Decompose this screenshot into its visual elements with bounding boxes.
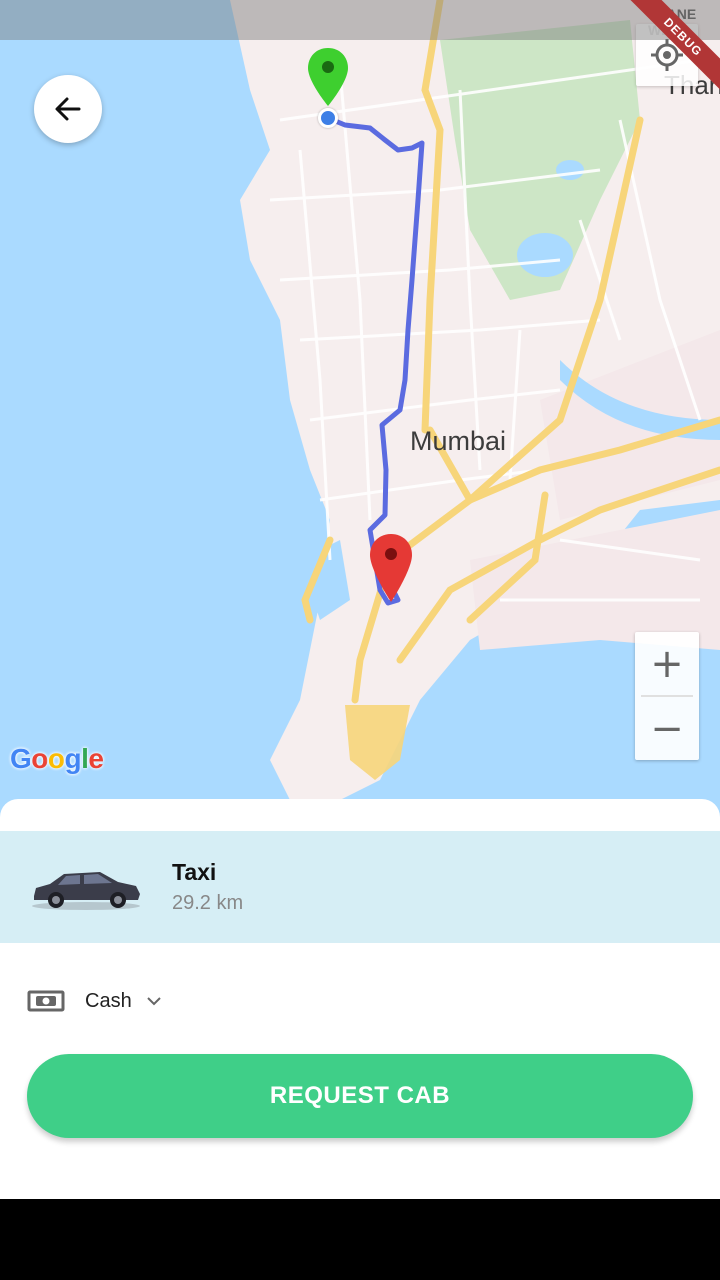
back-button[interactable] <box>34 75 102 143</box>
bottom-sheet: Taxi 29.2 km Cash REQUEST CAB <box>0 799 720 1199</box>
ride-info: Taxi 29.2 km <box>172 859 243 915</box>
debug-corner: DEBUG <box>610 0 720 110</box>
drop-marker-icon[interactable] <box>367 532 415 604</box>
debug-banner: DEBUG <box>622 0 720 98</box>
arrow-left-icon <box>55 97 81 121</box>
google-logo: Google <box>10 743 104 774</box>
system-nav-bar <box>0 1199 720 1280</box>
car-icon <box>32 872 140 910</box>
map-canvas <box>0 0 720 820</box>
pickup-marker-icon[interactable] <box>304 46 352 110</box>
request-cab-button[interactable]: REQUEST CAB <box>27 1054 693 1138</box>
zoom-controls: + − <box>635 632 699 760</box>
ride-option-card[interactable]: Taxi 29.2 km <box>0 831 720 943</box>
chevron-down-icon <box>146 997 161 1006</box>
map-view[interactable]: Mumbai Than THANE WE Google + − <box>0 0 720 820</box>
payment-method-label: Cash <box>85 989 132 1012</box>
pickup-point-dot <box>318 108 338 128</box>
map-city-label: Mumbai <box>410 426 507 456</box>
payment-selector[interactable]: Cash <box>27 989 162 1013</box>
ride-distance: 29.2 km <box>172 892 244 914</box>
zoom-in-button[interactable]: + <box>635 632 699 695</box>
cash-icon <box>27 990 65 1012</box>
zoom-out-button[interactable]: − <box>635 697 699 760</box>
ride-type-name: Taxi <box>172 859 217 885</box>
